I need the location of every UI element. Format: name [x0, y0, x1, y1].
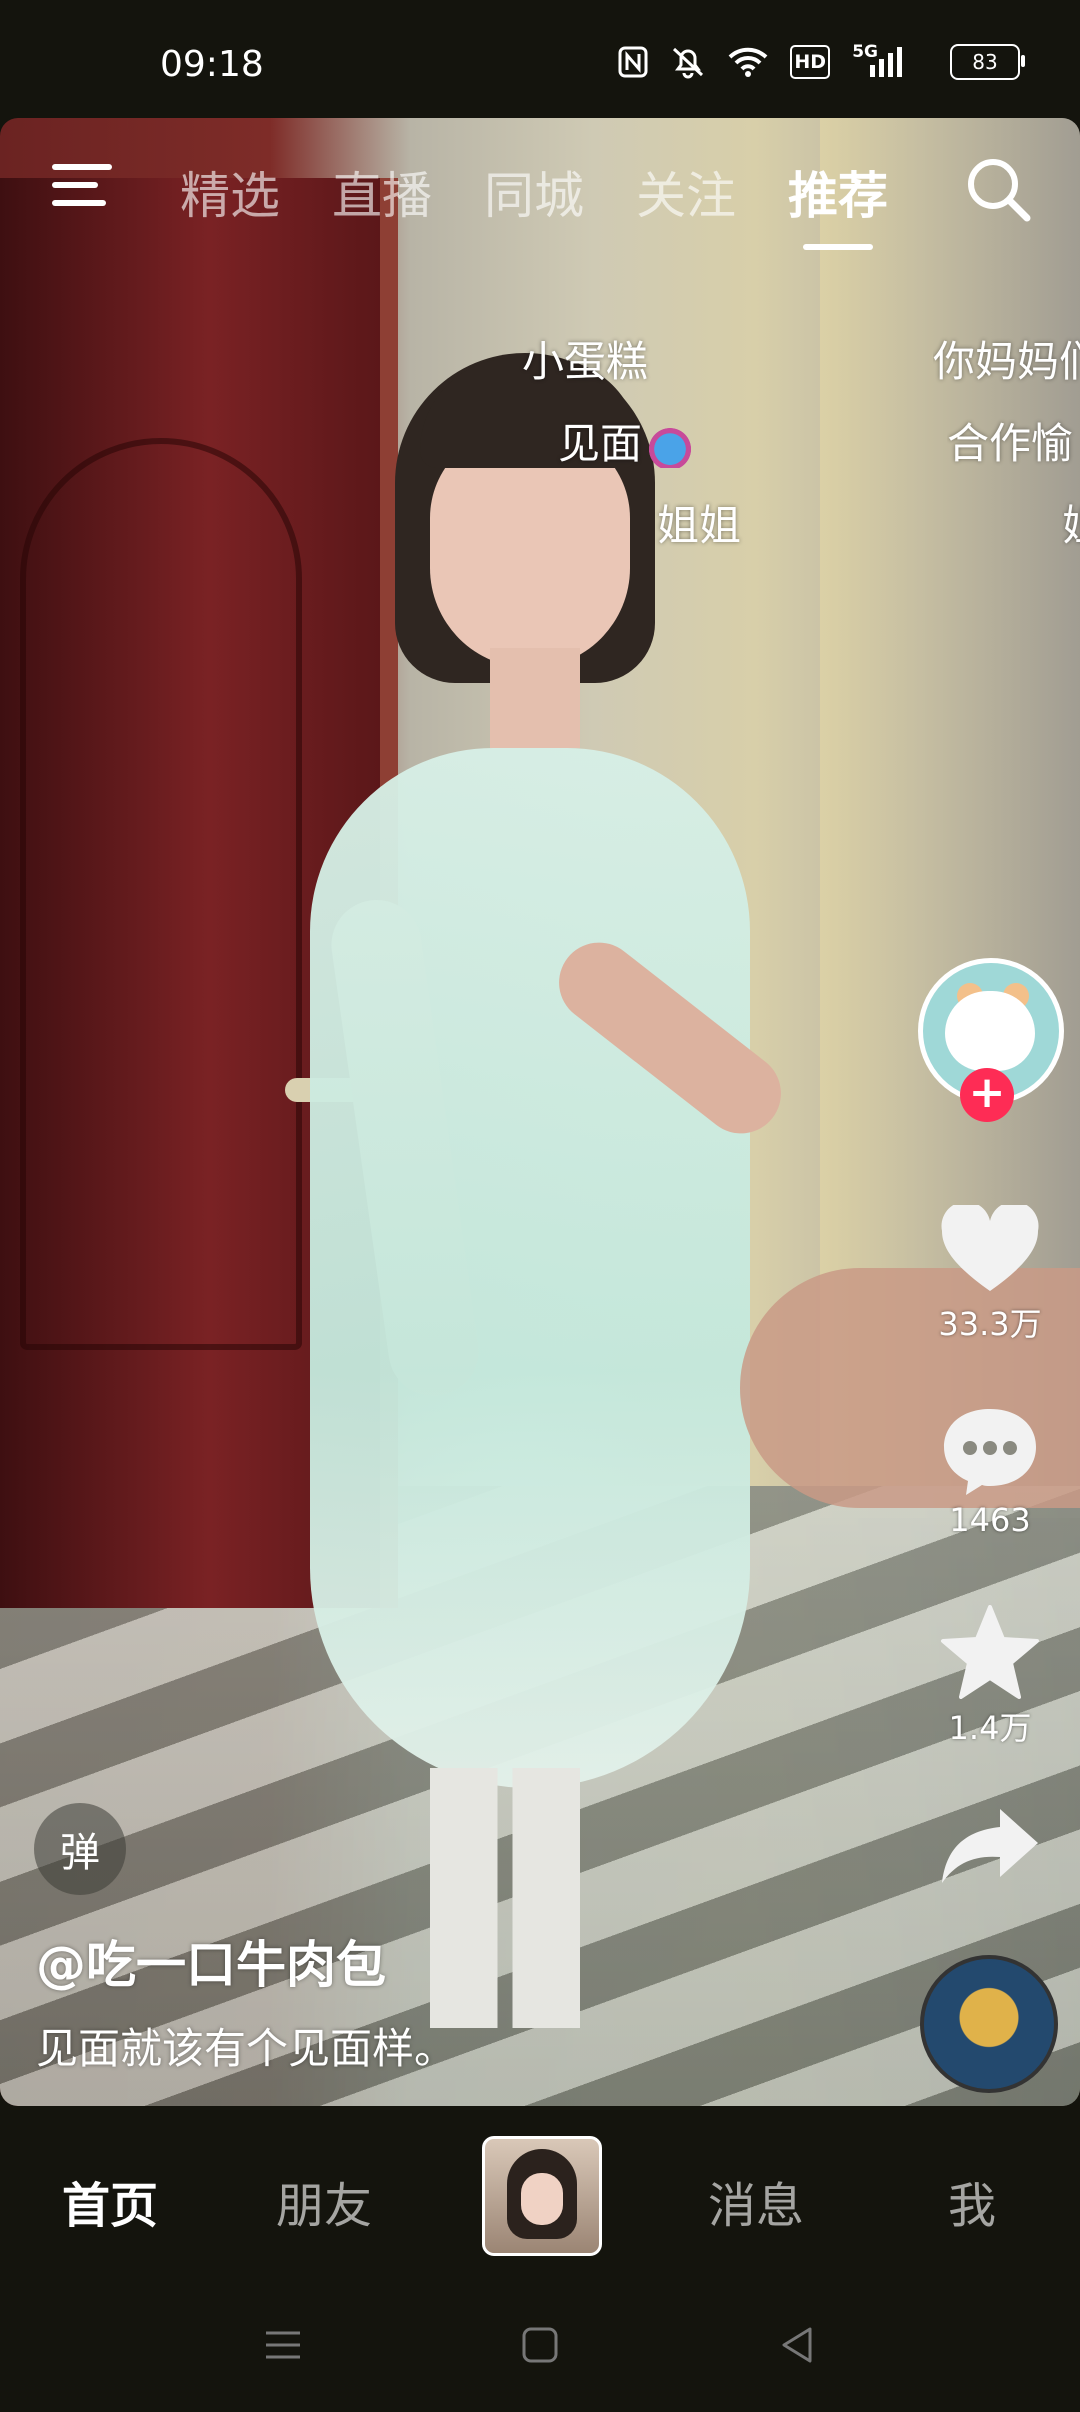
share-button[interactable]	[915, 1805, 1065, 1885]
music-disc[interactable]	[920, 1955, 1058, 2093]
comment-icon	[944, 1409, 1036, 1495]
follow-button[interactable]: +	[960, 1068, 1014, 1122]
nfc-icon	[618, 45, 648, 79]
comment-button[interactable]: 1463	[915, 1405, 1065, 1539]
wifi-icon	[728, 45, 768, 79]
emoji-icon	[644, 425, 697, 468]
person-neck	[490, 648, 580, 748]
person-legs	[430, 1768, 580, 2028]
home-icon[interactable]	[515, 2320, 565, 2370]
create-thumb-face	[521, 2173, 563, 2225]
danmaku-comment: 你妈妈们	[933, 337, 1080, 386]
back-icon[interactable]	[772, 2320, 822, 2370]
system-navigation-bar	[0, 2286, 1080, 2412]
tab-nearby[interactable]: 同城	[484, 156, 584, 228]
tab-live[interactable]: 直播	[332, 156, 432, 228]
danmaku-comment: 见面	[558, 410, 697, 471]
status-icons: HD 5G 83	[618, 42, 1025, 80]
tab-friends[interactable]: 朋友	[276, 2166, 372, 2236]
danmaku-text: 见面	[558, 419, 643, 468]
danmaku-comment: 姐姐	[657, 501, 742, 550]
recents-icon[interactable]	[258, 2320, 308, 2370]
favorite-button[interactable]: 1.4万	[915, 1605, 1065, 1749]
top-nav: 精选 直播 同城 关注 推荐	[0, 118, 1080, 258]
battery-level: 83	[972, 50, 998, 74]
menu-icon[interactable]	[52, 160, 112, 210]
bottom-tab-bar: 首页 朋友 消息 我	[0, 2106, 1080, 2286]
comment-count: 1463	[949, 1501, 1031, 1539]
tab-me[interactable]: 我	[948, 2166, 996, 2236]
feed-tabs: 精选 直播 同城 关注 推荐	[180, 156, 940, 250]
network-type-label: 5G	[852, 42, 878, 62]
star-icon	[941, 1605, 1039, 1699]
avatar-cat	[945, 991, 1035, 1071]
tab-messages[interactable]: 消息	[708, 2166, 804, 2236]
heart-icon	[941, 1205, 1039, 1291]
door-panel	[20, 438, 302, 1350]
person-dress	[310, 748, 750, 1788]
status-time: 09:18	[160, 44, 264, 85]
danmaku-comment: 合作愉	[947, 419, 1074, 468]
tab-recommended[interactable]: 推荐	[788, 156, 888, 250]
danmaku-comment: 姐	[1062, 492, 1080, 553]
search-icon[interactable]	[963, 154, 1033, 224]
status-bar: 09:18 HD 5G 83	[0, 0, 1080, 118]
battery-icon: 83	[950, 44, 1025, 80]
create-button[interactable]	[482, 2136, 602, 2256]
like-count: 33.3万	[938, 1305, 1042, 1343]
tab-following[interactable]: 关注	[636, 156, 736, 228]
tab-home[interactable]: 首页	[62, 2166, 158, 2236]
tab-featured[interactable]: 精选	[180, 156, 280, 228]
mute-icon	[670, 45, 706, 79]
like-button[interactable]: 33.3万	[915, 1205, 1065, 1345]
share-arrow-icon	[942, 1809, 1038, 1883]
danmaku-comment: 小蛋糕	[522, 337, 649, 386]
danmu-toggle-button[interactable]: 弹	[34, 1803, 126, 1895]
author-name[interactable]: @吃一口牛肉包	[36, 1925, 386, 1997]
favorite-count: 1.4万	[948, 1709, 1032, 1747]
hd-icon: HD	[790, 45, 831, 79]
5g-signal-icon: 5G	[852, 42, 928, 79]
video-caption: 见面就该有个见面样。	[36, 2024, 457, 2073]
